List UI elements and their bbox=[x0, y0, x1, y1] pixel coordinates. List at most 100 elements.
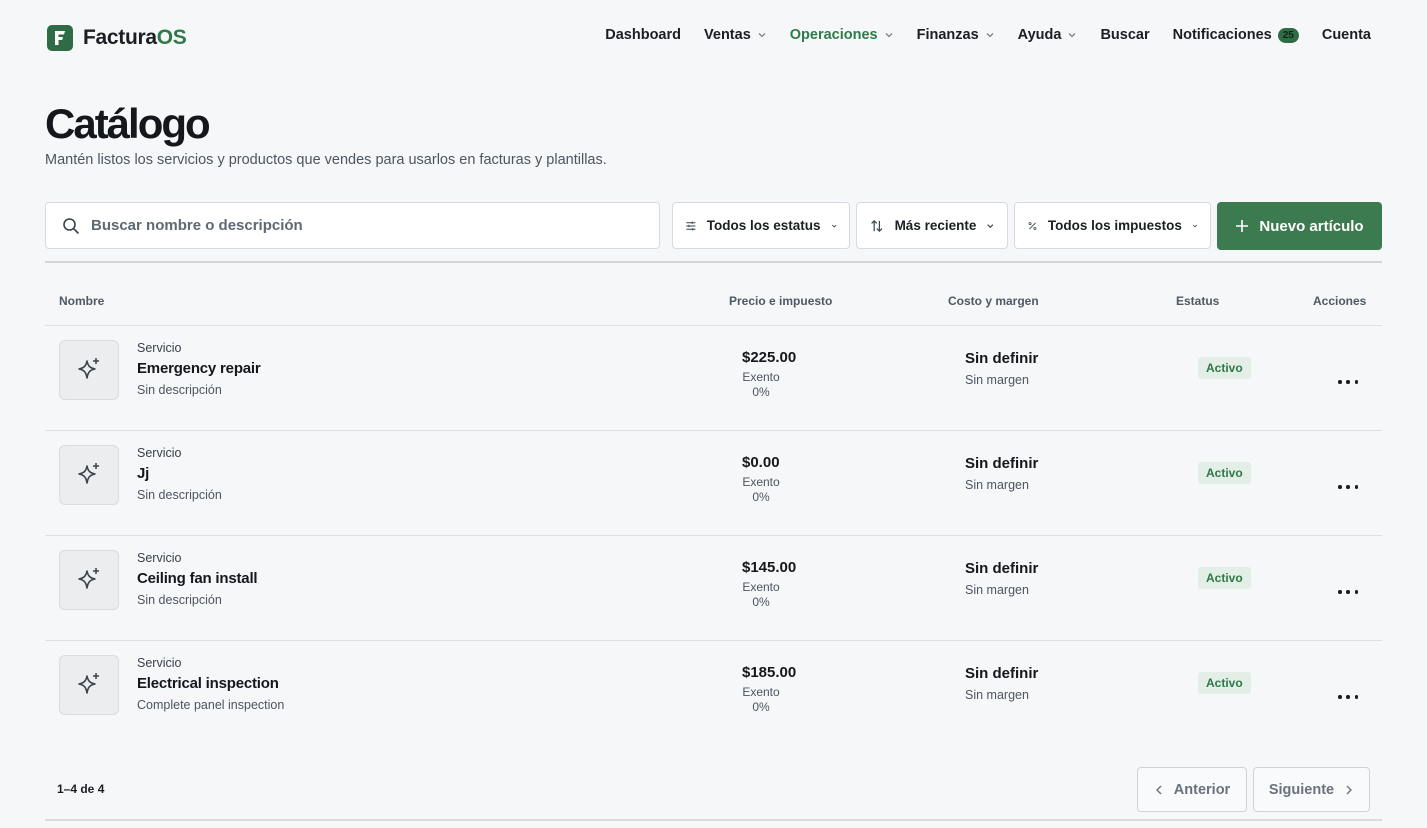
item-description: Complete panel inspection bbox=[137, 698, 285, 712]
status-filter-label: Todos los estatus bbox=[706, 218, 821, 233]
nav-dashboard[interactable]: Dashboard bbox=[605, 27, 681, 43]
nav-ayuda[interactable]: Ayuda bbox=[1018, 27, 1078, 43]
item-kind: Servicio bbox=[137, 341, 182, 355]
nav-finanzas-label: Finanzas bbox=[916, 27, 979, 43]
tax-filter-label: Todos los impuestos bbox=[1047, 218, 1182, 233]
column-header-actions: Acciones bbox=[1313, 294, 1367, 308]
status-badge: Activo bbox=[1198, 462, 1251, 484]
item-tax: Exento 0% bbox=[742, 685, 780, 715]
more-horizontal-icon[interactable] bbox=[1338, 481, 1358, 493]
nav-notificaciones[interactable]: Notificaciones 25 bbox=[1173, 27, 1299, 43]
item-name[interactable]: Electrical inspection bbox=[137, 675, 279, 692]
sliders-icon bbox=[686, 220, 696, 231]
nav-finanzas[interactable]: Finanzas bbox=[917, 27, 995, 43]
brand-name-suffix: OS bbox=[156, 26, 187, 49]
item-cost: Sin definir bbox=[965, 665, 1039, 682]
footer-divider bbox=[45, 819, 1382, 821]
item-cost: Sin definir bbox=[965, 560, 1039, 577]
sort-label: Más reciente bbox=[894, 218, 977, 233]
item-tax: Exento 0% bbox=[742, 370, 780, 400]
column-header-cost[interactable]: Costo y margen bbox=[948, 294, 1039, 308]
chevron-down-icon bbox=[831, 224, 836, 228]
item-price: $185.00 bbox=[742, 664, 797, 681]
next-page-button[interactable]: Siguiente bbox=[1253, 767, 1370, 812]
brand-name-prefix: Factura bbox=[83, 26, 157, 49]
top-navigation-bar: FacturaOS Dashboard Ventas Operaciones F… bbox=[0, 0, 1427, 76]
item-name[interactable]: Ceiling fan install bbox=[137, 570, 258, 587]
item-kind: Servicio bbox=[137, 656, 182, 670]
item-tax: Exento 0% bbox=[742, 580, 780, 610]
table-header: Nombre Precio e impuesto Costo y margen … bbox=[45, 290, 1382, 314]
column-header-status[interactable]: Estatus bbox=[1176, 294, 1219, 308]
column-header-name[interactable]: Nombre bbox=[59, 294, 104, 308]
item-name[interactable]: Jj bbox=[137, 465, 149, 482]
new-item-button[interactable]: Nuevo artículo bbox=[1217, 202, 1382, 250]
column-header-price[interactable]: Precio e impuesto bbox=[729, 294, 832, 308]
chevron-down-icon bbox=[885, 33, 893, 38]
item-price: $145.00 bbox=[742, 559, 797, 576]
main-nav: Dashboard Ventas Operaciones Finanzas Ay… bbox=[605, 27, 1371, 43]
page-title: Catálogo bbox=[45, 100, 211, 147]
item-kind: Servicio bbox=[137, 551, 182, 565]
item-tax: Exento 0% bbox=[742, 475, 780, 505]
tax-filter-dropdown[interactable]: Todos los impuestos bbox=[1014, 202, 1211, 249]
item-margin: Sin margen bbox=[965, 688, 1029, 702]
item-kind: Servicio bbox=[137, 446, 182, 460]
nav-operaciones[interactable]: Operaciones bbox=[790, 27, 894, 43]
item-tax-label: Exento bbox=[742, 580, 780, 594]
sparkle-icon bbox=[78, 673, 99, 694]
previous-page-button[interactable]: Anterior bbox=[1137, 767, 1247, 812]
more-horizontal-icon[interactable] bbox=[1338, 376, 1358, 388]
item-description: Sin descripción bbox=[137, 593, 222, 607]
sort-arrows-icon bbox=[871, 219, 883, 232]
item-tax-rate: 0% bbox=[752, 595, 770, 609]
item-tax-rate: 0% bbox=[752, 490, 770, 504]
table-row[interactable]: Servicio Electrical inspection Complete … bbox=[45, 641, 1382, 746]
nav-cuenta[interactable]: Cuenta bbox=[1322, 27, 1371, 43]
chevron-down-icon bbox=[987, 223, 994, 228]
status-badge: Activo bbox=[1198, 672, 1251, 694]
nav-buscar-label: Buscar bbox=[1100, 27, 1150, 43]
item-tax-label: Exento bbox=[742, 475, 780, 489]
sparkle-icon bbox=[78, 463, 99, 484]
chevron-down-icon bbox=[758, 33, 766, 38]
search-input[interactable] bbox=[91, 217, 611, 234]
item-margin: Sin margen bbox=[965, 373, 1029, 387]
previous-page-label: Anterior bbox=[1173, 781, 1231, 798]
nav-buscar[interactable]: Buscar bbox=[1100, 27, 1149, 43]
item-description: Sin descripción bbox=[137, 383, 222, 397]
sort-dropdown[interactable]: Más reciente bbox=[856, 202, 1008, 249]
item-tax-rate: 0% bbox=[752, 385, 770, 399]
chevron-down-icon bbox=[1192, 224, 1198, 227]
item-margin: Sin margen bbox=[965, 583, 1029, 597]
status-filter-dropdown[interactable]: Todos los estatus bbox=[672, 202, 850, 249]
chevron-down-icon bbox=[1068, 33, 1076, 38]
brand[interactable]: FacturaOS bbox=[47, 25, 187, 51]
nav-operaciones-label: Operaciones bbox=[789, 27, 878, 43]
nav-ventas[interactable]: Ventas bbox=[704, 27, 767, 43]
table-row[interactable]: Servicio Ceiling fan install Sin descrip… bbox=[45, 536, 1382, 641]
more-horizontal-icon[interactable] bbox=[1338, 691, 1358, 703]
item-tax-rate: 0% bbox=[752, 700, 770, 714]
table-row[interactable]: Servicio Jj Sin descripción $0.00 Exento… bbox=[45, 431, 1382, 536]
item-thumbnail bbox=[59, 340, 119, 400]
status-badge: Activo bbox=[1198, 567, 1251, 589]
search-box[interactable] bbox=[45, 202, 660, 249]
table-row[interactable]: Servicio Emergency repair Sin descripció… bbox=[45, 326, 1382, 431]
brand-logo-icon bbox=[47, 25, 73, 51]
notification-count-badge: 25 bbox=[1277, 27, 1299, 43]
nav-notificaciones-label: Notificaciones bbox=[1172, 27, 1272, 43]
more-horizontal-icon[interactable] bbox=[1338, 586, 1358, 598]
chevron-left-icon bbox=[1155, 785, 1162, 794]
item-name[interactable]: Emergency repair bbox=[137, 360, 261, 377]
chevron-down-icon bbox=[986, 33, 994, 38]
percent-icon bbox=[1028, 221, 1037, 230]
item-thumbnail bbox=[59, 550, 119, 610]
item-margin: Sin margen bbox=[965, 478, 1029, 492]
item-thumbnail bbox=[59, 445, 119, 505]
nav-cuenta-label: Cuenta bbox=[1321, 27, 1371, 43]
sparkle-icon bbox=[78, 358, 99, 379]
next-page-label: Siguiente bbox=[1268, 781, 1335, 798]
new-item-label: Nuevo artículo bbox=[1259, 217, 1364, 235]
chevron-right-icon bbox=[1346, 785, 1353, 794]
